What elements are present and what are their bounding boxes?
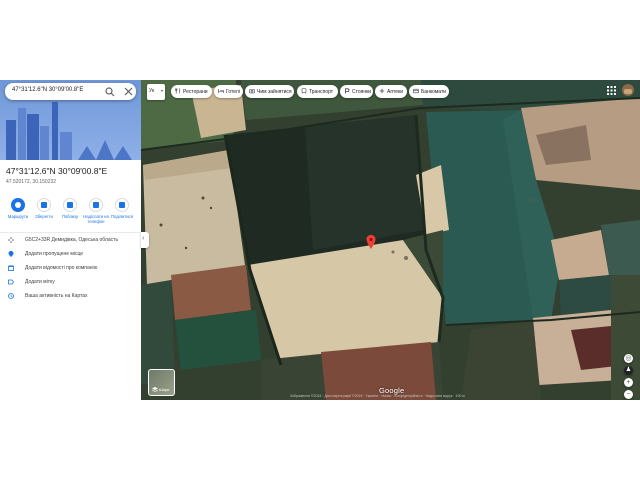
pharmacy-icon <box>379 88 385 94</box>
chevron-down-icon: ▾ <box>160 88 163 93</box>
info-row-plus-code[interactable]: G5C2+33R Демидівка, Одеська область <box>0 235 141 247</box>
chip-restaurants[interactable]: Ресторани <box>171 85 212 98</box>
history-icon <box>8 293 14 299</box>
sidebar-panel: 47°31'12.6"N 30°09'00.8"E 47°31'12.6"N 3… <box>0 80 141 400</box>
chip-label: Аптеки <box>387 88 404 95</box>
parking-icon <box>345 88 350 94</box>
map-footer: Зображення ©2024 · Дані картографії ©202… <box>290 394 465 398</box>
pegman-icon: ♟ <box>625 367 632 373</box>
maps-window: 47°31'12.6"N 30°09'00.8"E 47°31'12.6"N 3… <box>0 80 640 400</box>
info-row-text: Додати мітку <box>25 279 55 285</box>
language-selector[interactable]: Ук ▾ <box>147 84 165 100</box>
action-buttons: Маршрути Зберегти Поблизу Надіслати на т… <box>0 198 141 228</box>
my-location-button[interactable]: ◎ <box>624 354 633 363</box>
action-label: Зберегти <box>35 214 53 219</box>
collapse-sidebar-button[interactable]: ‹ <box>141 232 149 248</box>
chip-transit[interactable]: Транспорт <box>297 85 338 98</box>
action-label: Надіслати на телефон <box>83 214 109 224</box>
chevron-left-icon: ‹ <box>142 235 145 242</box>
directions-icon <box>11 198 25 212</box>
hotel-icon <box>218 89 224 93</box>
chip-label: Чим зайнятися <box>257 88 292 95</box>
share-button[interactable]: Поділитися <box>109 198 135 219</box>
info-row-text: Додати відомості про компанію <box>25 265 98 271</box>
action-label: Поблизу <box>61 214 79 219</box>
my-location-icon: ◎ <box>625 355 632 362</box>
layers-toggle[interactable]: Шари <box>148 369 175 396</box>
bookmark-icon <box>37 198 51 212</box>
camera-icon <box>249 89 255 94</box>
place-add-icon <box>8 251 14 257</box>
plus-code-icon <box>8 237 14 243</box>
plus-icon: + <box>626 379 631 386</box>
chip-things-to-do[interactable]: Чим зайнятися <box>245 85 294 98</box>
language-label: Ук <box>149 88 155 94</box>
close-icon[interactable] <box>124 87 133 96</box>
chip-label: Готелі <box>226 88 240 95</box>
nearby-icon <box>63 198 77 212</box>
pegman-button[interactable]: ♟ <box>624 366 633 375</box>
chip-parking[interactable]: Стоянки <box>340 85 373 98</box>
search-icon[interactable] <box>105 87 115 97</box>
phone-icon <box>89 198 103 212</box>
save-button[interactable]: Зберегти <box>31 198 57 219</box>
info-row-activity[interactable]: Ваша активність на Картах <box>0 291 141 303</box>
label-icon <box>8 279 14 285</box>
search-box[interactable]: 47°31'12.6"N 30°09'00.8"E <box>5 83 136 100</box>
send-to-phone-button[interactable]: Надіслати на телефон <box>83 198 109 224</box>
transit-icon <box>301 88 307 94</box>
layers-label: Шари <box>159 387 170 392</box>
place-title: 47°31'12.6"N 30°09'00.8"E <box>6 166 108 176</box>
info-row-text: Ваша активність на Картах <box>25 293 88 299</box>
satellite-map[interactable] <box>141 80 640 400</box>
chip-pharmacies[interactable]: Аптеки <box>375 85 407 98</box>
info-row-add-place[interactable]: Додати пропущене місце <box>0 249 141 261</box>
satellite-imagery <box>141 80 640 400</box>
action-label: Поділитися <box>110 214 134 219</box>
place-coordinates: 47.520172, 30.150232 <box>6 179 57 185</box>
chip-label: Банкомати <box>421 88 447 95</box>
zoom-in-button[interactable]: + <box>624 378 633 387</box>
nearby-button[interactable]: Поблизу <box>57 198 83 219</box>
info-row-text: G5C2+33R Демидівка, Одеська область <box>25 237 119 243</box>
business-icon <box>8 265 14 271</box>
divider <box>0 232 141 233</box>
location-pin-icon[interactable] <box>366 235 376 249</box>
chip-label: Стоянки <box>352 88 372 95</box>
info-row-add-label[interactable]: Додати мітку <box>0 277 141 289</box>
chip-atms[interactable]: Банкомати <box>409 85 449 98</box>
directions-button[interactable]: Маршрути <box>5 198 31 219</box>
search-input[interactable]: 47°31'12.6"N 30°09'00.8"E <box>12 87 83 93</box>
restaurant-icon <box>175 88 181 94</box>
info-row-text: Додати пропущене місце <box>25 251 84 257</box>
minus-icon: − <box>626 391 631 398</box>
atm-icon <box>413 88 419 94</box>
chip-label: Ресторани <box>183 88 208 95</box>
apps-grid-icon[interactable] <box>607 86 616 95</box>
zoom-out-button[interactable]: − <box>624 390 633 399</box>
chip-label: Транспорт <box>309 88 334 95</box>
action-label: Маршрути <box>7 214 29 219</box>
account-avatar[interactable] <box>622 84 634 96</box>
share-icon <box>115 198 129 212</box>
layers-icon <box>152 387 158 392</box>
info-row-add-business[interactable]: Додати відомості про компанію <box>0 263 141 275</box>
chip-hotels[interactable]: Готелі <box>214 85 243 98</box>
